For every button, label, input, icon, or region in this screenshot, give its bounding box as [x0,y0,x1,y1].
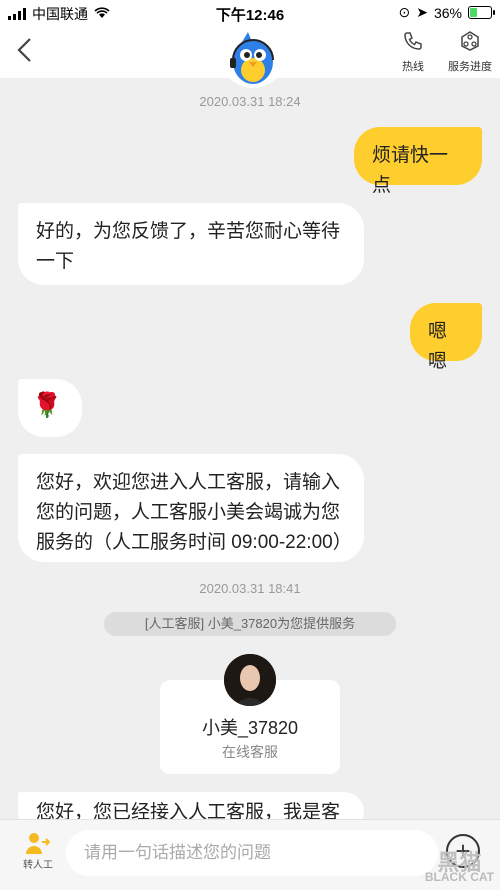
chevron-left-icon [17,38,31,62]
timestamp: 2020.03.31 18:41 [199,581,301,596]
agent-avatar [224,654,276,706]
agent-photo [224,654,276,706]
hotline-button[interactable]: 热线 [388,30,438,74]
agent-message: 好的，为您反馈了，辛苦您耐心等待一下 [18,203,364,285]
message-input[interactable]: 请用一句话描述您的问题 [66,830,438,876]
user-message: 嗯嗯 [410,303,482,372]
agent-name: 小美_37820 [201,718,299,738]
watermark-big: 黑猫 [437,850,482,875]
progress-icon [445,30,495,58]
watermark-logo: 黑猫 BLACK CAT [424,850,494,885]
service-progress-button[interactable]: 服务进度 [445,30,495,74]
lock-rotation-icon: ⊙ [398,4,411,20]
user-message: 烦请快一点 [354,127,482,196]
rose-emoji-message: 🌹 [18,379,82,437]
bird-mascot-icon [230,32,274,84]
status-bar: 中国联通 下午12:46 ⊙ ➤ 36% [0,0,500,24]
input-bar: 转人工 请用一句话描述您的问题 + 黑猫 BLACK CAT [0,819,500,890]
status-right: ⊙ ➤ 36% [398,4,495,21]
agent-role: 在线客服 [222,744,278,760]
back-button[interactable] [14,36,42,64]
transfer-label: 转人工 [23,860,53,871]
hotline-label: 热线 [402,61,424,73]
person-transfer-icon [16,832,60,856]
mascot-avatar [222,30,284,88]
progress-label: 服务进度 [448,61,492,73]
battery-percent: 36% [433,4,462,21]
watermark-small: BLACK CAT [424,870,494,884]
system-notice: [人工客服] 小美_37820为您提供服务 [104,612,396,636]
transfer-to-human-button[interactable]: 转人工 [16,832,60,871]
phone-icon [388,30,438,58]
agent-message: 您好，欢迎您进入人工客服，请输入您的问题，人工客服小美会竭诚为您服务的（人工服务… [18,454,364,562]
battery-icon [468,6,495,19]
chat-header: 热线 服务进度 [0,24,500,88]
timestamp: 2020.03.31 18:24 [199,94,301,109]
location-icon: ➤ [416,4,428,20]
